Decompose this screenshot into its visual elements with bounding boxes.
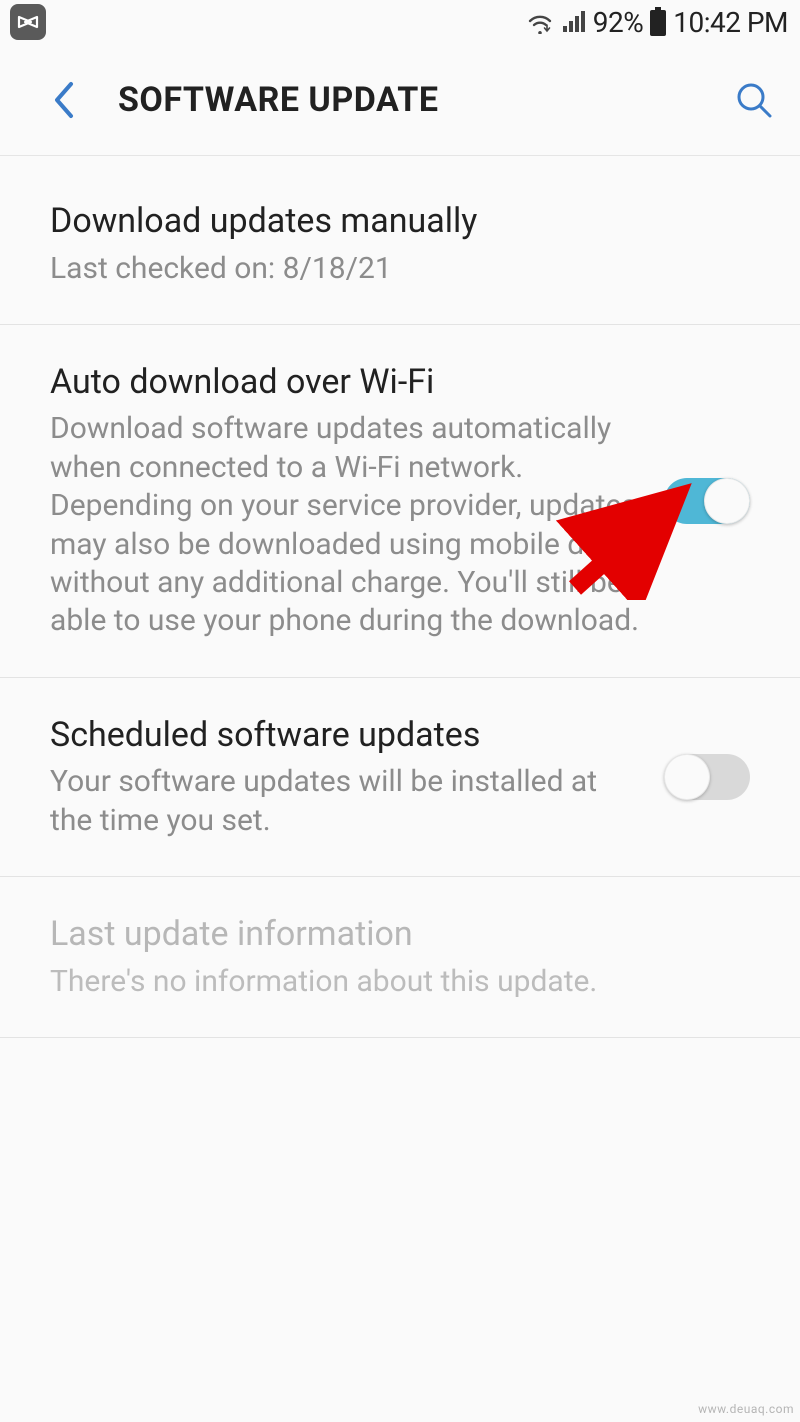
item-auto-download-wifi[interactable]: Auto download over Wi-Fi Download softwa… (0, 325, 800, 678)
chevron-left-icon (51, 80, 77, 120)
item-last-update-info: Last update information There's no infor… (0, 877, 800, 1038)
battery-icon (649, 7, 667, 37)
watermark: www.deuaq.com (698, 1402, 794, 1416)
item-subtitle: Your software updates will be installed … (50, 763, 640, 840)
page-title: SOFTWARE UPDATE (118, 80, 726, 120)
item-scheduled-updates[interactable]: Scheduled software updates Your software… (0, 678, 800, 877)
toggle-knob (704, 478, 750, 524)
wifi-icon (525, 10, 555, 34)
status-right: 92% 10:42 PM (525, 6, 788, 39)
status-bar: 92% 10:42 PM (0, 0, 800, 44)
status-left (10, 4, 46, 40)
battery-pct: 92% (593, 6, 643, 39)
item-download-manually[interactable]: Download updates manually Last checked o… (0, 156, 800, 325)
search-button[interactable] (726, 72, 782, 128)
app-header: SOFTWARE UPDATE (0, 44, 800, 156)
back-button[interactable] (40, 76, 88, 124)
item-title: Scheduled software updates (50, 714, 640, 758)
toggle-scheduled[interactable] (664, 754, 750, 800)
clock: 10:42 PM (673, 6, 788, 39)
capcut-icon (10, 4, 46, 40)
item-title: Last update information (50, 913, 750, 957)
item-title: Download updates manually (50, 200, 750, 244)
search-icon (734, 80, 774, 120)
item-subtitle: There's no information about this update… (50, 963, 750, 1001)
signal-icon (561, 10, 587, 34)
settings-list: Download updates manually Last checked o… (0, 156, 800, 1038)
item-subtitle: Last checked on: 8/18/21 (50, 250, 750, 288)
item-title: Auto download over Wi-Fi (50, 361, 640, 405)
toggle-auto-download[interactable] (664, 478, 750, 524)
item-subtitle: Download software updates automatically … (50, 410, 640, 640)
toggle-knob (664, 754, 710, 800)
